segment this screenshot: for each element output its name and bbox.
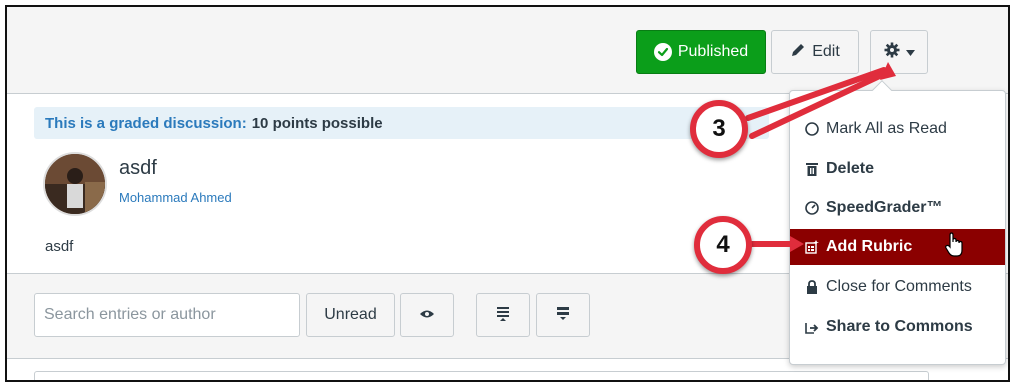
- published-label: Published: [677, 43, 749, 60]
- discussion-window: Published Edit This is a graded discussi…: [5, 5, 1010, 382]
- menu-item-mark-all-read[interactable]: Mark All as Read: [790, 111, 1005, 147]
- menu-item-add-rubric[interactable]: Add Rubric: [790, 229, 1005, 265]
- share-icon: [804, 319, 820, 335]
- eye-icon: [419, 306, 435, 324]
- step-callout-3: 3: [690, 100, 748, 158]
- menu-item-speedgrader[interactable]: SpeedGrader™: [790, 190, 1005, 226]
- menu-item-label: Add Rubric: [826, 238, 913, 255]
- step-callout-4: 4: [694, 216, 752, 274]
- menu-item-label: Close for Comments: [826, 278, 972, 295]
- menu-item-label: Delete: [826, 160, 875, 177]
- reply-icon: [49, 380, 63, 382]
- menu-item-label: Share to Commons: [826, 318, 973, 335]
- reply-box[interactable]: [34, 371, 929, 382]
- menu-item-share-to-commons[interactable]: Share to Commons: [790, 309, 1005, 345]
- edit-button[interactable]: Edit: [771, 30, 859, 74]
- menu-item-delete[interactable]: Delete: [790, 151, 1005, 187]
- post-body: asdf: [45, 238, 74, 255]
- check-circle-icon: [653, 43, 672, 61]
- post-author-link[interactable]: Mohammad Ahmed: [119, 190, 232, 205]
- lock-icon: [804, 279, 820, 295]
- collapse-icon: [555, 305, 571, 326]
- settings-menu-button[interactable]: [870, 30, 928, 74]
- graded-banner-lead: This is a graded discussion:: [45, 114, 247, 132]
- menu-item-close-for-comments[interactable]: Close for Comments: [790, 269, 1005, 305]
- search-input[interactable]: [34, 293, 300, 337]
- speedometer-icon: [804, 200, 820, 216]
- gear-icon: [884, 42, 900, 63]
- trash-icon: [804, 161, 820, 177]
- expand-icon: [495, 305, 511, 326]
- menu-item-label: Mark All as Read: [826, 120, 947, 137]
- rubric-icon: [804, 239, 820, 255]
- graded-banner-points: 10 points possible: [251, 114, 383, 132]
- caret-down-icon: [905, 43, 915, 61]
- edit-label: Edit: [812, 43, 840, 60]
- avatar[interactable]: [43, 152, 107, 216]
- menu-item-label: SpeedGrader™: [826, 199, 943, 216]
- hand-cursor-icon: [944, 232, 964, 263]
- header-bar: Published Edit: [7, 7, 1008, 94]
- post-title: asdf: [119, 157, 157, 179]
- circle-icon: [804, 121, 820, 137]
- unread-button[interactable]: Unread: [306, 293, 395, 337]
- pencil-icon: [790, 42, 806, 63]
- settings-dropdown-menu: Mark All as Read Delete SpeedGrader™ Add…: [789, 80, 1006, 365]
- expand-all-button[interactable]: [476, 293, 530, 337]
- graded-banner: This is a graded discussion: 10 points p…: [34, 107, 769, 139]
- collapse-all-button[interactable]: [536, 293, 590, 337]
- eye-button[interactable]: [400, 293, 454, 337]
- published-button[interactable]: Published: [636, 30, 766, 74]
